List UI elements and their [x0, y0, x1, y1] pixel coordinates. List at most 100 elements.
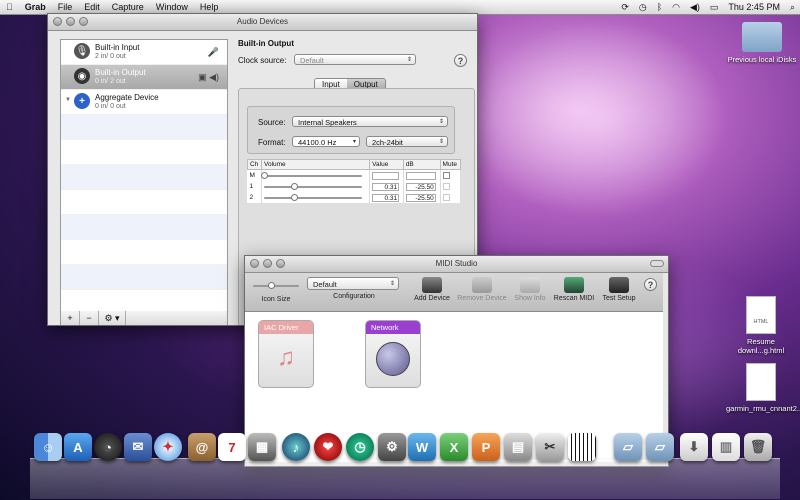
- mute-checkbox[interactable]: [442, 194, 450, 201]
- value-field[interactable]: [372, 171, 400, 180]
- address-book-icon[interactable]: @: [188, 433, 216, 461]
- device-list[interactable]: 🎙 Built-in Input 2 in/ 0 out 🎤 ◉ Built-i…: [60, 39, 228, 313]
- menu-window[interactable]: Window: [150, 0, 194, 14]
- preview-icon[interactable]: ▦: [248, 433, 276, 461]
- volume-icon[interactable]: ◀): [685, 0, 705, 14]
- volume-slider[interactable]: [263, 193, 362, 202]
- music-notes-icon: ♫: [277, 344, 295, 371]
- device-list-footer: + − ⚙ ▾: [60, 311, 228, 325]
- documents-stack-icon[interactable]: ▥: [712, 433, 740, 461]
- menu-help[interactable]: Help: [194, 0, 225, 14]
- volume-slider[interactable]: [260, 171, 362, 180]
- volume-slider[interactable]: [263, 182, 362, 191]
- word-icon[interactable]: W: [408, 433, 436, 461]
- time-machine-icon[interactable]: ◷: [634, 0, 652, 14]
- test-setup-tool[interactable]: Test Setup: [599, 277, 639, 302]
- midi-studio-titlebar[interactable]: MIDI Studio: [245, 256, 668, 273]
- slider-knob[interactable]: [291, 194, 299, 201]
- bluetooth-icon[interactable]: ᛒ: [652, 0, 667, 14]
- directory-utility-icon[interactable]: ▤: [504, 433, 532, 461]
- mute-checkbox[interactable]: [442, 172, 450, 179]
- device-io: 0 in/ 2 out: [95, 78, 126, 85]
- minimize-button[interactable]: [66, 17, 75, 26]
- battery-icon[interactable]: ▭: [705, 0, 724, 14]
- close-button[interactable]: [53, 17, 62, 26]
- clock-source-popup[interactable]: Default ⇕: [294, 54, 416, 65]
- powerpoint-icon[interactable]: P: [472, 433, 500, 461]
- apple-menu-icon[interactable]: : [0, 0, 19, 14]
- db-field[interactable]: -25.50: [405, 193, 436, 202]
- slider-knob[interactable]: [291, 183, 299, 190]
- value-field[interactable]: 0.31: [372, 182, 400, 191]
- rescan-midi-tool[interactable]: Rescan MIDI: [551, 277, 597, 302]
- close-button[interactable]: [250, 259, 259, 268]
- value-field[interactable]: 0.31: [372, 193, 400, 202]
- slider-knob[interactable]: [260, 172, 268, 179]
- menu-edit[interactable]: Edit: [78, 0, 106, 14]
- system-preferences-icon[interactable]: ⚙: [378, 433, 406, 461]
- minimize-button[interactable]: [263, 259, 272, 268]
- add-device-button[interactable]: +: [61, 311, 80, 325]
- icon-size-slider[interactable]: [253, 281, 299, 290]
- itunes-icon[interactable]: ♪: [282, 433, 310, 461]
- db-field[interactable]: -25.50: [405, 182, 436, 191]
- menubar-clock[interactable]: Thu 2:45 PM: [723, 0, 785, 14]
- desktop-icon-garmin-file[interactable]: garmin_rmu_cnnant2....g.dlm: [726, 363, 800, 413]
- wifi-icon[interactable]: ◠: [667, 0, 685, 14]
- format-label: Format:: [258, 138, 286, 147]
- remove-device-button[interactable]: −: [80, 311, 99, 325]
- show-info-tool[interactable]: Show Info: [511, 277, 549, 302]
- applications-folder-icon[interactable]: ▱: [614, 433, 642, 461]
- app-store-icon[interactable]: A: [64, 433, 92, 461]
- finder-icon[interactable]: ☺: [34, 433, 62, 461]
- zoom-button[interactable]: [276, 259, 285, 268]
- channel-id: 1: [247, 181, 262, 192]
- db-field[interactable]: [405, 171, 436, 180]
- configuration-popup[interactable]: Default ⇕: [307, 277, 399, 290]
- format-rate-combo[interactable]: 44100.0 Hz ▾: [292, 136, 360, 147]
- format-bits-popup[interactable]: 2ch-24bit ⇕: [366, 136, 448, 147]
- excel-icon[interactable]: X: [440, 433, 468, 461]
- source-popup[interactable]: Internal Speakers ⇕: [292, 116, 448, 127]
- sync-icon[interactable]: ⟳: [616, 0, 634, 14]
- ical-icon[interactable]: 7: [218, 433, 246, 461]
- disclosure-triangle-icon[interactable]: ▼: [65, 97, 71, 103]
- help-button[interactable]: ?: [454, 54, 467, 67]
- time-machine-dock-icon[interactable]: ◷: [346, 433, 374, 461]
- combo-arrow-icon: ▾: [352, 139, 356, 145]
- midi-device-network[interactable]: Network: [365, 320, 421, 388]
- safari-icon[interactable]: ✦: [154, 433, 182, 461]
- mute-checkbox[interactable]: [442, 183, 450, 190]
- downloads-stack-icon[interactable]: ⬇: [680, 433, 708, 461]
- documents-folder-icon[interactable]: ▱: [646, 433, 674, 461]
- desktop-icon-previous-idisks[interactable]: Previous local iDisks: [724, 22, 800, 64]
- show-info-icon: [520, 277, 540, 293]
- menu-file[interactable]: File: [52, 0, 79, 14]
- dashboard-icon[interactable]: ◔: [94, 433, 122, 461]
- grab-icon[interactable]: ✂: [536, 433, 564, 461]
- remove-device-tool[interactable]: Remove Device: [455, 277, 509, 302]
- midi-device-iac-driver[interactable]: IAC Driver ♫: [258, 320, 314, 388]
- menu-capture[interactable]: Capture: [106, 0, 150, 14]
- midi-keyboard-icon[interactable]: [568, 433, 596, 461]
- list-empty-row: [61, 265, 227, 290]
- zoom-button[interactable]: [79, 17, 88, 26]
- spotlight-icon[interactable]: ⌕: [785, 0, 800, 14]
- desktop-icon-resume-html[interactable]: HTML Resume downl...g.html: [726, 296, 796, 355]
- trash-icon[interactable]: 🗑: [744, 433, 772, 461]
- audio-devices-titlebar[interactable]: Audio Devices: [48, 14, 477, 31]
- device-row-builtin-input[interactable]: 🎙 Built-in Input 2 in/ 0 out 🎤: [61, 40, 227, 65]
- document-icon: [746, 363, 776, 401]
- gear-menu-button[interactable]: ⚙ ▾: [99, 311, 126, 325]
- slider-knob[interactable]: [268, 282, 276, 289]
- toolbar-toggle-button[interactable]: [650, 260, 664, 267]
- device-row-aggregate[interactable]: + Aggregate Device 0 in/ 0 out ▼: [61, 90, 227, 115]
- app-red-icon[interactable]: ❤: [314, 433, 342, 461]
- col-ch: Ch: [247, 159, 262, 170]
- mail-icon[interactable]: ✉: [124, 433, 152, 461]
- device-row-builtin-output[interactable]: ◉ Built-in Output 0 in/ 2 out ▣ ◀): [61, 65, 227, 90]
- help-button[interactable]: ?: [644, 278, 657, 291]
- add-device-tool[interactable]: Add Device: [411, 277, 453, 302]
- menu-app-grab[interactable]: Grab: [19, 0, 52, 14]
- tool-label: Rescan MIDI: [553, 295, 595, 302]
